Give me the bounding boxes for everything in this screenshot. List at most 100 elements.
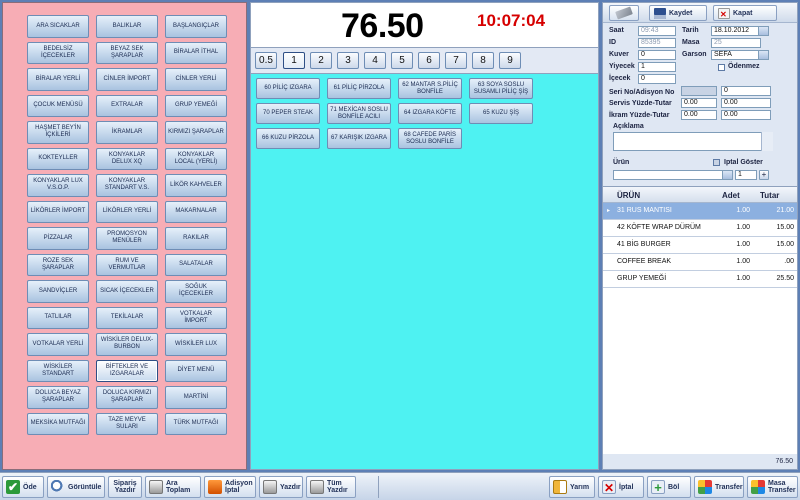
- product-button[interactable]: 61 PİLİÇ PİRZOLA: [327, 78, 391, 99]
- category-button[interactable]: KONYAKLAR LOCAL (YERLİ): [165, 147, 227, 170]
- category-button[interactable]: CİNLER YERLİ: [165, 68, 227, 91]
- product-button[interactable]: 68 CAFEDE PARİS SOSLU BONFİLE: [398, 128, 462, 149]
- product-button[interactable]: 67 KARIŞIK IZGARA: [327, 128, 391, 149]
- qty-button-7[interactable]: 7: [445, 52, 467, 69]
- product-button[interactable]: 63 SOYA SOSLU SUSAMLI PİLİÇ ŞİŞ: [469, 78, 533, 99]
- category-button[interactable]: GRUP YEMEĞİ: [165, 94, 227, 117]
- category-button[interactable]: MAKARNALAR: [165, 200, 227, 223]
- adisyon-no-field[interactable]: 0: [721, 86, 771, 96]
- category-button[interactable]: LİKÖRLER YERLİ: [96, 200, 158, 223]
- icecek-field[interactable]: 0: [638, 74, 676, 84]
- category-button[interactable]: İKRAMLAR: [96, 121, 158, 144]
- kuver-field[interactable]: 0: [638, 50, 676, 60]
- product-button[interactable]: 66 KUZU PİRZOLA: [256, 128, 320, 149]
- category-button[interactable]: BİRALAR İTHAL: [165, 41, 227, 64]
- ikram-percent-field[interactable]: 0.00: [681, 110, 717, 120]
- category-button[interactable]: EXTRALAR: [96, 94, 158, 117]
- qty-button-0-5[interactable]: 0.5: [255, 52, 277, 69]
- product-button[interactable]: 60 PİLİÇ IZGARA: [256, 78, 320, 99]
- category-button[interactable]: WİSKİLER DELUX-BURBON: [96, 333, 158, 356]
- urun-select[interactable]: [613, 170, 733, 180]
- eraser-button[interactable]: [609, 5, 639, 21]
- qty-button-6[interactable]: 6: [418, 52, 440, 69]
- category-button[interactable]: SOĞUK İÇECEKLER: [165, 280, 227, 303]
- qty-button-5[interactable]: 5: [391, 52, 413, 69]
- order-row[interactable]: 42 KÖFTE WRAP DÜRÜM 1.00 15.00: [603, 220, 797, 237]
- odenmez-checkbox[interactable]: [718, 64, 725, 71]
- category-button[interactable]: VOTKALAR İMPORT: [165, 306, 227, 329]
- servis-percent-field[interactable]: 0.00: [681, 98, 717, 108]
- qty-button-8[interactable]: 8: [472, 52, 494, 69]
- category-button[interactable]: ROZE SEK ŞARAPLAR: [27, 253, 89, 276]
- ara-toplam-button[interactable]: Ara Toplam: [145, 476, 201, 498]
- category-button[interactable]: BİFTEKLER VE IZGARALAR: [96, 359, 158, 382]
- category-button[interactable]: TEKİLALAR: [96, 306, 158, 329]
- qty-button-2[interactable]: 2: [310, 52, 332, 69]
- iptal-goster-checkbox[interactable]: [713, 159, 720, 166]
- qty-button-9[interactable]: 9: [499, 52, 521, 69]
- category-button[interactable]: KONYAKLAR DELUX XQ: [96, 147, 158, 170]
- tarih-field[interactable]: 18.10.2012: [711, 26, 769, 36]
- seri-field[interactable]: [681, 86, 717, 96]
- category-button[interactable]: TATLILAR: [27, 306, 89, 329]
- category-button[interactable]: BAŞLANGIÇLAR: [165, 15, 227, 38]
- category-button[interactable]: BEYAZ SEK ŞARAPLAR: [96, 41, 158, 64]
- product-button[interactable]: 64 IZGARA KÖFTE: [398, 103, 462, 124]
- save-button[interactable]: Kaydet: [649, 5, 707, 21]
- category-button[interactable]: LİKÖRLER İMPORT: [27, 200, 89, 223]
- category-button[interactable]: MEKSİKA MUTFAĞI: [27, 412, 89, 435]
- category-button[interactable]: DİYET MENÜ: [165, 359, 227, 382]
- category-button[interactable]: DOLUCA KIRMIZI ŞARAPLAR: [96, 386, 158, 409]
- category-button[interactable]: LİKÖR KAHVELER: [165, 174, 227, 197]
- category-button[interactable]: CİNLER İMPORT: [96, 68, 158, 91]
- category-button[interactable]: KONYAKLAR STANDART V.S.: [96, 174, 158, 197]
- category-button[interactable]: SALATALAR: [165, 253, 227, 276]
- category-button[interactable]: HAŞMET BEY'İN İÇKİLERİ: [27, 121, 89, 144]
- category-button[interactable]: BALIKLAR: [96, 15, 158, 38]
- urun-add-button[interactable]: +: [759, 170, 769, 180]
- qty-button-1[interactable]: 1: [283, 52, 305, 69]
- close-button[interactable]: ✕ Kapat: [713, 5, 777, 21]
- goruntule-button[interactable]: Görüntüle: [47, 476, 105, 498]
- product-button[interactable]: 65 KUZU ŞİŞ: [469, 103, 533, 124]
- yiyecek-field[interactable]: 1: [638, 62, 676, 72]
- category-button[interactable]: BİRALAR YERLİ: [27, 68, 89, 91]
- category-button[interactable]: PROMOSYON MENÜLER: [96, 227, 158, 250]
- category-button[interactable]: KOKTEYLLER: [27, 147, 89, 170]
- category-button[interactable]: RAKILAR: [165, 227, 227, 250]
- aciklama-scrollbar[interactable]: [761, 132, 773, 151]
- product-button[interactable]: 71 MEXİCAN SOSLU BONFİLE ACILI: [327, 103, 391, 124]
- order-row[interactable]: 41 BİG BURGER 1.00 15.00: [603, 237, 797, 254]
- category-button[interactable]: PİZZALAR: [27, 227, 89, 250]
- category-button[interactable]: TÜRK MUTFAĞI: [165, 412, 227, 435]
- qty-button-4[interactable]: 4: [364, 52, 386, 69]
- masa-transfer-button[interactable]: Masa Transfer: [747, 476, 798, 498]
- category-button[interactable]: MARTİNİ: [165, 386, 227, 409]
- category-button[interactable]: VOTKALAR YERLİ: [27, 333, 89, 356]
- category-button[interactable]: ÇOCUK MENÜSÜ: [27, 94, 89, 117]
- category-button[interactable]: WİSKİLER LUX: [165, 333, 227, 356]
- category-button[interactable]: SICAK İÇECEKLER: [96, 280, 158, 303]
- product-button[interactable]: 70 PEPER STEAK: [256, 103, 320, 124]
- category-button[interactable]: ARA SICAKLAR: [27, 15, 89, 38]
- category-button[interactable]: TAZE MEYVE SULARI: [96, 412, 158, 435]
- category-button[interactable]: RUM VE VERMUTLAR: [96, 253, 158, 276]
- yazdir-button[interactable]: Yazdır: [259, 476, 303, 498]
- tum-yazdir-button[interactable]: Tüm Yazdır: [306, 476, 356, 498]
- category-button[interactable]: KIRMIZI ŞARAPLAR: [165, 121, 227, 144]
- category-button[interactable]: DOLUCA BEYAZ ŞARAPLAR: [27, 386, 89, 409]
- category-button[interactable]: WİSKİLER STANDART: [27, 359, 89, 382]
- urun-qty-field[interactable]: 1: [735, 170, 757, 180]
- ikram-amount-field[interactable]: 0.00: [721, 110, 771, 120]
- order-row[interactable]: COFFEE BREAK 1.00 .00: [603, 254, 797, 271]
- siparis-yazdir-button[interactable]: Sipariş Yazdır: [108, 476, 142, 498]
- aciklama-textarea[interactable]: [613, 132, 773, 151]
- adisyon-iptal-button[interactable]: Adisyon İptal: [204, 476, 256, 498]
- order-row[interactable]: GRUP YEMEĞİ 1.00 25.50: [603, 271, 797, 288]
- garson-select[interactable]: SEFA: [711, 50, 769, 60]
- product-button[interactable]: 62 MANTAR S.PİLİÇ BONFİLE: [398, 78, 462, 99]
- category-button[interactable]: KONYAKLAR LUX V.S.O.P.: [27, 174, 89, 197]
- yarim-button[interactable]: Yarım: [549, 476, 595, 498]
- iptal-button[interactable]: ✕ İptal: [598, 476, 644, 498]
- servis-amount-field[interactable]: 0.00: [721, 98, 771, 108]
